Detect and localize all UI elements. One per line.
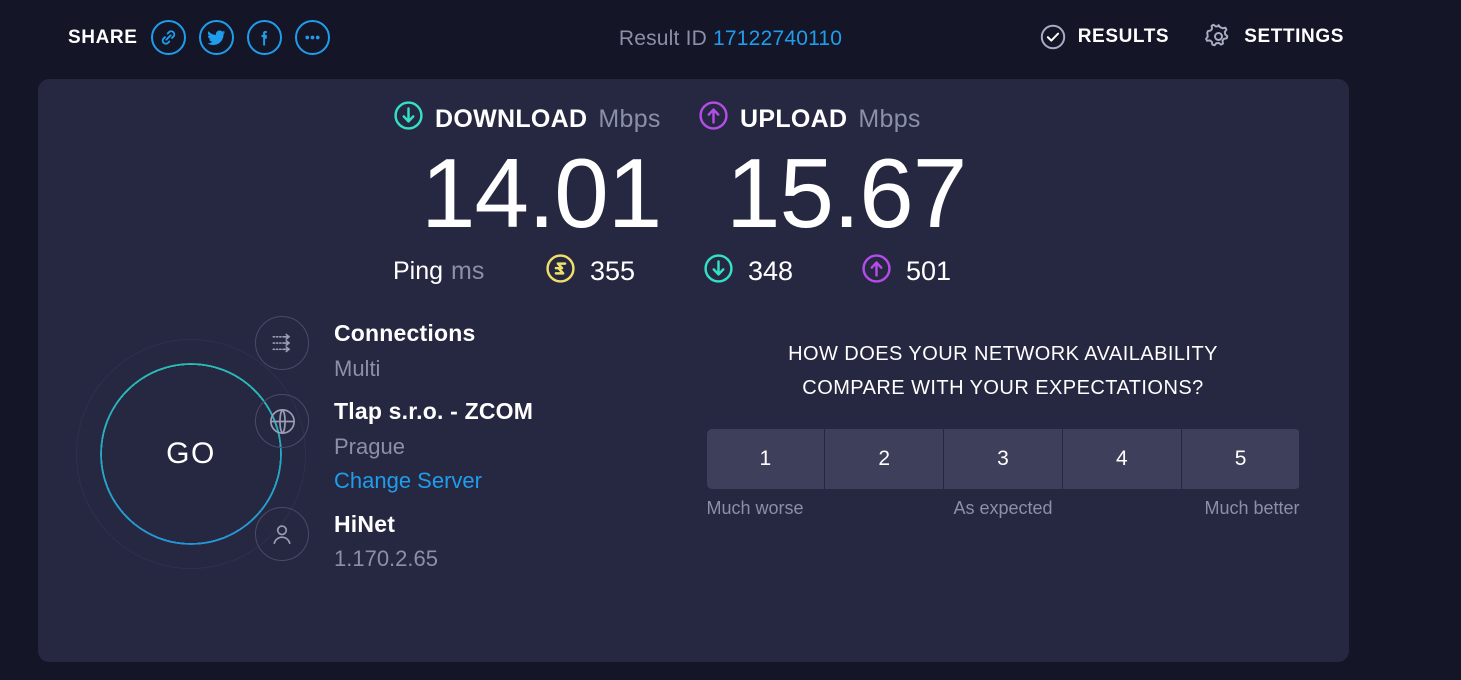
- settings-button[interactable]: SETTINGS: [1204, 22, 1344, 51]
- info-row-isp: HiNet 1.170.2.65: [255, 506, 533, 573]
- ping-upload-value: 501: [906, 255, 952, 286]
- legend-much-worse: Much worse: [706, 497, 804, 518]
- upload-block: UPLOAD Mbps 15.67: [698, 100, 1003, 242]
- upload-arrow-icon: [698, 100, 729, 138]
- server-title: Tlap s.r.o. - ZCOM: [334, 398, 534, 425]
- ping-unit: ms: [451, 256, 485, 285]
- info-text-isp: HiNet 1.170.2.65: [334, 507, 438, 573]
- ping-idle-value: 355: [590, 255, 636, 286]
- result-id-label: Result ID: [618, 27, 707, 50]
- info-row-connections: Connections Multi: [255, 316, 533, 382]
- legend-as-expected: As expected: [953, 497, 1053, 518]
- upload-label: UPLOAD: [740, 104, 848, 133]
- isp-ip: 1.170.2.65: [334, 546, 438, 572]
- upload-value: 15.67: [726, 138, 967, 248]
- info-row-server: Tlap s.r.o. - ZCOM Prague Change Server: [255, 394, 533, 495]
- ping-label: Ping: [393, 256, 444, 285]
- download-value: 14.01: [421, 138, 662, 248]
- download-block: DOWNLOAD Mbps 14.01: [393, 100, 698, 242]
- connections-sub: Multi: [334, 355, 381, 381]
- change-server-link[interactable]: Change Server: [334, 468, 533, 494]
- download-arrow-icon: [703, 253, 734, 289]
- results-label: RESULTS: [1077, 25, 1170, 47]
- ping-row: Ping ms 355 348 501: [393, 253, 1019, 289]
- download-arrow-icon: [393, 100, 424, 138]
- rating-option-3[interactable]: 3: [944, 428, 1063, 489]
- ping-upload: 501: [861, 253, 1019, 289]
- ping-label-group: Ping ms: [393, 257, 545, 286]
- check-circle-icon: [1039, 23, 1067, 51]
- upload-unit: Mbps: [858, 104, 921, 133]
- header-actions: RESULTS SETTINGS: [1039, 22, 1344, 51]
- ping-download: 348: [703, 253, 861, 289]
- connections-title: Connections: [334, 320, 476, 346]
- survey-question-line2: COMPARE WITH YOUR EXPECTATIONS?: [802, 377, 1204, 400]
- rating-option-2[interactable]: 2: [825, 428, 945, 489]
- survey-question-line1: HOW DOES YOUR NETWORK AVAILABILITY: [788, 343, 1218, 365]
- ping-idle: 355: [545, 253, 703, 289]
- globe-icon: [255, 394, 309, 449]
- upload-header: UPLOAD Mbps: [698, 100, 1003, 138]
- rating-option-5[interactable]: 5: [1181, 428, 1300, 489]
- result-id-value[interactable]: 17122740110: [713, 27, 842, 50]
- connection-info-list: Connections Multi Tlap s.r.o. - ZCOM Pra…: [255, 316, 533, 585]
- settings-label: SETTINGS: [1244, 25, 1344, 47]
- idle-latency-icon: [545, 253, 576, 289]
- upload-arrow-icon: [861, 253, 892, 289]
- app-header: SHARE Result ID 17122740110 RESULTS SETT…: [0, 0, 1461, 78]
- info-text-server: Tlap s.r.o. - ZCOM Prague Change Server: [334, 394, 533, 495]
- gear-icon: [1204, 22, 1233, 51]
- result-panel: DOWNLOAD Mbps 14.01 UPLOAD Mbps 15.67 Pi: [38, 79, 1349, 662]
- isp-title: HiNet: [334, 510, 396, 537]
- rating-option-4[interactable]: 4: [1062, 428, 1182, 489]
- results-button[interactable]: RESULTS: [1039, 23, 1169, 51]
- server-location: Prague: [334, 433, 405, 459]
- rating-option-1[interactable]: 1: [706, 428, 826, 489]
- multi-connections-icon: [255, 316, 309, 370]
- ping-download-value: 348: [748, 255, 794, 286]
- survey-question: HOW DOES YOUR NETWORK AVAILABILITY COMPA…: [683, 337, 1323, 406]
- speed-readouts: DOWNLOAD Mbps 14.01 UPLOAD Mbps 15.67: [393, 100, 1003, 242]
- survey: HOW DOES YOUR NETWORK AVAILABILITY COMPA…: [683, 337, 1323, 519]
- person-icon: [255, 506, 309, 561]
- legend-much-better: Much better: [1204, 497, 1300, 518]
- rating-legend: Much worse As expected Much better: [707, 498, 1300, 519]
- download-header: DOWNLOAD Mbps: [393, 100, 698, 138]
- rating-scale: 1 2 3 4 5: [706, 428, 1300, 489]
- download-label: DOWNLOAD: [435, 104, 588, 133]
- info-text-connections: Connections Multi: [334, 316, 475, 382]
- download-unit: Mbps: [598, 104, 661, 133]
